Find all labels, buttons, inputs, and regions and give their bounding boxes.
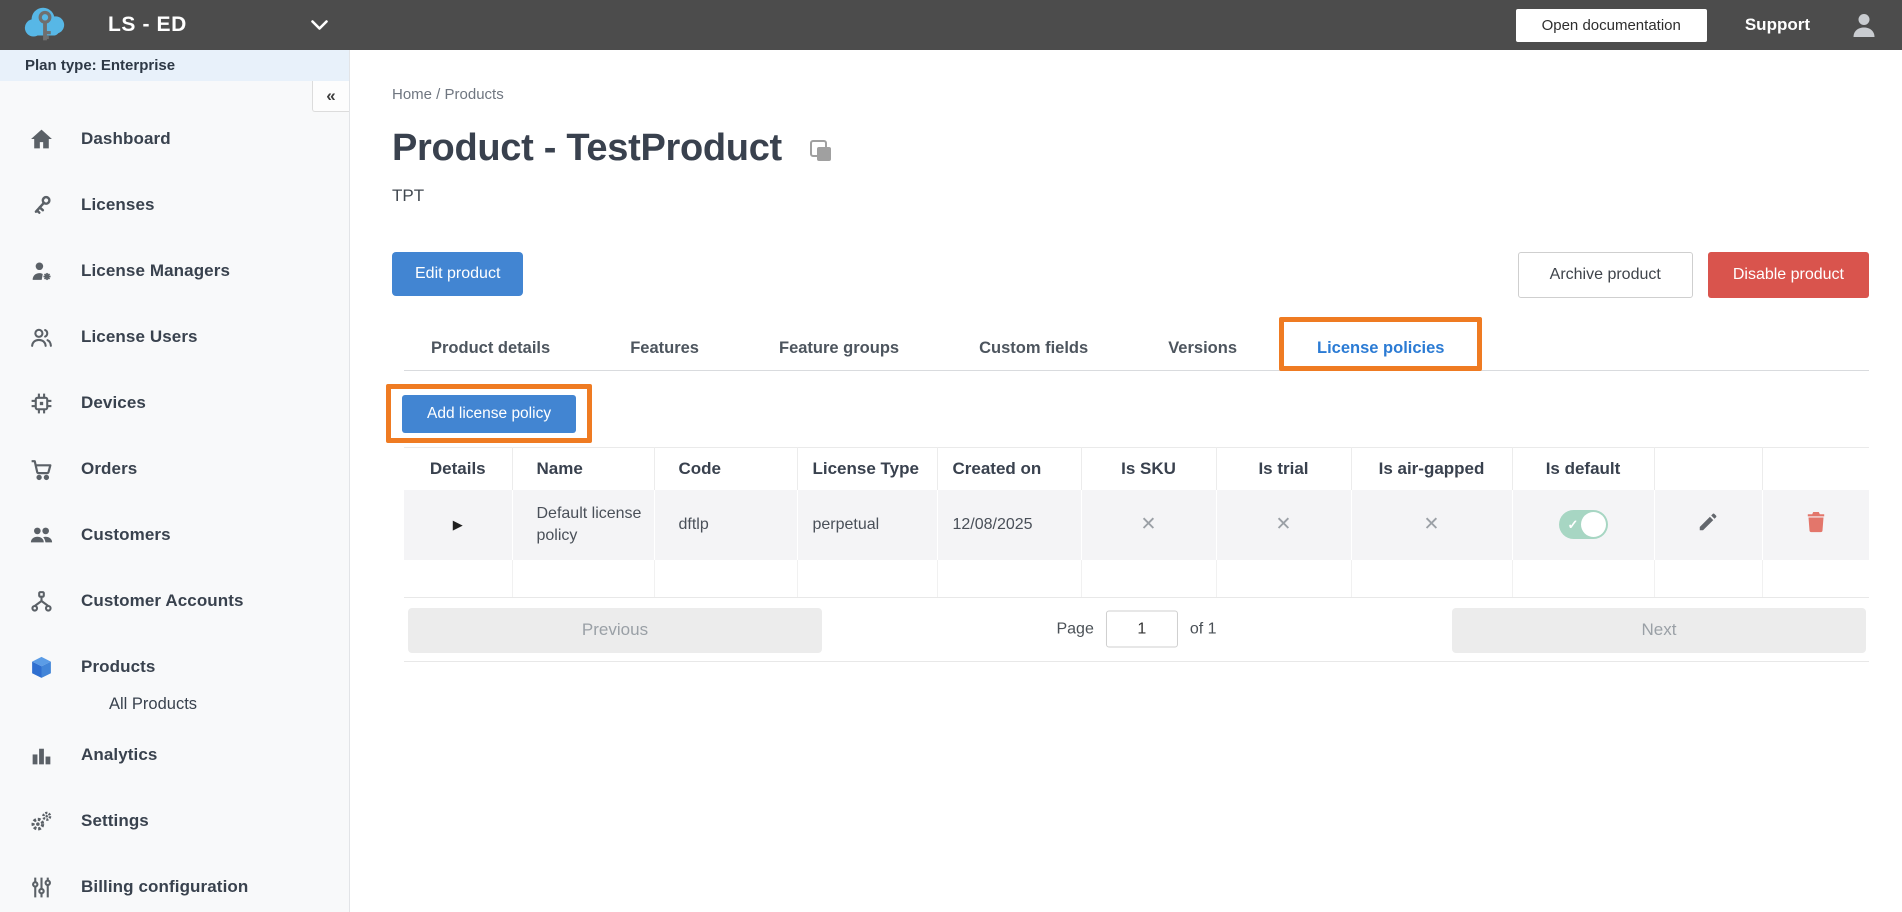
- col-is-air-gapped: Is air-gapped: [1351, 448, 1512, 490]
- copy-icon[interactable]: [808, 138, 834, 164]
- next-page-button[interactable]: Next: [1452, 608, 1866, 653]
- breadcrumb-products[interactable]: Products: [445, 86, 504, 103]
- tab-custom-fields[interactable]: Custom fields: [952, 326, 1115, 370]
- sidebar-item-products[interactable]: Products: [28, 649, 349, 685]
- cell-created-on: 12/08/2025: [937, 490, 1081, 560]
- plan-type-banner: Plan type: Enterprise: [0, 50, 349, 81]
- sidebar-item-license-users[interactable]: License Users: [28, 319, 349, 355]
- col-created-on: Created on: [937, 448, 1081, 490]
- gears-icon: [28, 808, 55, 835]
- sidebar-item-customers[interactable]: Customers: [28, 517, 349, 553]
- trash-icon: [1806, 511, 1826, 533]
- bar-chart-icon: [28, 742, 55, 769]
- page-label: Page: [1056, 620, 1093, 638]
- archive-product-button[interactable]: Archive product: [1518, 252, 1693, 298]
- tab-feature-groups[interactable]: Feature groups: [752, 326, 926, 370]
- sidebar-item-billing-configuration[interactable]: Billing configuration: [28, 869, 349, 905]
- chip-icon: [28, 390, 55, 417]
- table-row: ▶ Default license policy dftlp perpetual…: [404, 490, 1869, 560]
- user-gear-icon: [28, 258, 55, 285]
- page-of-label: of 1: [1190, 620, 1217, 638]
- cross-icon: ✕: [1276, 514, 1292, 535]
- is-default-toggle[interactable]: ✓: [1559, 510, 1608, 539]
- page-number-input[interactable]: [1106, 611, 1178, 648]
- col-name: Name: [512, 448, 654, 490]
- sliders-icon: [28, 874, 55, 901]
- edit-policy-button[interactable]: [1697, 511, 1719, 533]
- pencil-icon: [1697, 511, 1719, 533]
- col-is-trial: Is trial: [1216, 448, 1351, 490]
- main-content: Home / Products Product - TestProduct TP…: [351, 50, 1902, 912]
- breadcrumb-home[interactable]: Home: [392, 86, 432, 103]
- pagination-bar: Previous Page of 1 Next: [404, 597, 1869, 662]
- row-expander[interactable]: ▶: [453, 517, 463, 533]
- cart-icon: [28, 456, 55, 483]
- edit-product-button[interactable]: Edit product: [392, 252, 523, 296]
- brand-area: LS - ED: [0, 0, 350, 50]
- col-is-default: Is default: [1512, 448, 1654, 490]
- cell-license-type: perpetual: [797, 490, 937, 560]
- tab-features[interactable]: Features: [603, 326, 726, 370]
- sidebar-item-settings[interactable]: Settings: [28, 803, 349, 839]
- sidebar-item-all-products[interactable]: All Products: [109, 695, 349, 714]
- col-code: Code: [654, 448, 797, 490]
- cell-code: dftlp: [654, 490, 797, 560]
- users-icon: [28, 522, 55, 549]
- app-window: LS - ED Open documentation Support Plan …: [0, 0, 1902, 912]
- sidebar-item-analytics[interactable]: Analytics: [28, 737, 349, 773]
- sidebar-item-devices[interactable]: Devices: [28, 385, 349, 421]
- sidebar-nav: Dashboard Licenses License Managers Lice…: [0, 81, 349, 905]
- open-documentation-button[interactable]: Open documentation: [1516, 9, 1707, 42]
- workspace-selector[interactable]: LS - ED: [108, 13, 187, 37]
- tab-license-policies[interactable]: License policies: [1290, 326, 1471, 370]
- sidebar: Plan type: Enterprise « Dashboard Licens…: [0, 50, 350, 912]
- sidebar-collapse-button[interactable]: «: [312, 81, 349, 112]
- cell-name: Default license policy: [512, 490, 654, 560]
- col-edit: [1654, 448, 1762, 490]
- license-policies-table: Details Name Code License Type Created o…: [404, 447, 1869, 597]
- sidebar-item-customer-accounts[interactable]: Customer Accounts: [28, 583, 349, 619]
- key-icon: [28, 192, 55, 219]
- col-is-sku: Is SKU: [1081, 448, 1216, 490]
- empty-row: [404, 560, 1869, 597]
- page-title: Product - TestProduct: [392, 127, 782, 170]
- previous-page-button[interactable]: Previous: [408, 608, 822, 653]
- tab-versions[interactable]: Versions: [1141, 326, 1264, 370]
- support-link[interactable]: Support: [1745, 15, 1810, 35]
- sidebar-item-dashboard[interactable]: Dashboard: [28, 121, 349, 157]
- sidebar-item-orders[interactable]: Orders: [28, 451, 349, 487]
- topbar: LS - ED Open documentation Support: [0, 0, 1902, 50]
- product-actions: Edit product Archive product Disable pro…: [351, 252, 1902, 300]
- check-icon: ✓: [1568, 517, 1579, 533]
- col-license-type: License Type: [797, 448, 937, 490]
- chevron-down-icon[interactable]: [311, 20, 328, 31]
- product-tabs: Product details Features Feature groups …: [404, 326, 1869, 371]
- col-delete: [1762, 448, 1869, 490]
- hierarchy-icon: [28, 588, 55, 615]
- tab-product-details[interactable]: Product details: [404, 326, 577, 370]
- breadcrumb-separator: /: [432, 86, 445, 103]
- table-header-row: Details Name Code License Type Created o…: [404, 448, 1869, 490]
- users-outline-icon: [28, 324, 55, 351]
- cross-icon: ✕: [1424, 514, 1440, 535]
- cross-icon: ✕: [1141, 514, 1157, 535]
- sidebar-item-license-managers[interactable]: License Managers: [28, 253, 349, 289]
- topbar-actions: Open documentation Support: [1516, 9, 1902, 42]
- delete-policy-button[interactable]: [1806, 511, 1826, 533]
- user-avatar-icon[interactable]: [1848, 9, 1880, 41]
- home-icon: [28, 126, 55, 153]
- box-icon: [28, 654, 55, 681]
- col-details: Details: [404, 448, 512, 490]
- product-code-subtitle: TPT: [392, 186, 1902, 206]
- sidebar-item-licenses[interactable]: Licenses: [28, 187, 349, 223]
- breadcrumb: Home / Products: [392, 86, 1902, 103]
- disable-product-button[interactable]: Disable product: [1708, 252, 1869, 298]
- add-license-policy-button[interactable]: Add license policy: [402, 395, 576, 433]
- cloud-key-logo-icon: [22, 5, 68, 45]
